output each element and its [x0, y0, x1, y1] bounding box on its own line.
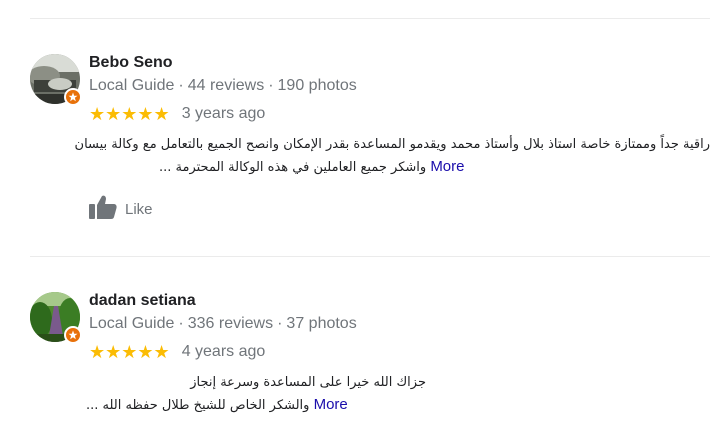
local-guide-star-icon	[64, 326, 82, 344]
meta-separator: ·	[268, 77, 274, 94]
photos-count: 37 photos	[286, 315, 357, 332]
review-text-line-more: والشكر الخاص للشيخ طلال حفظه الله ... Mo…	[86, 394, 426, 417]
local-guide-label: Local Guide	[89, 315, 175, 332]
review-date: 3 years ago	[181, 105, 266, 122]
review-text-line: جزاك الله خيرا على المساعدة وسرعة إنجاز	[190, 375, 426, 390]
rating-row: ★★★★★ 4 years ago	[89, 343, 265, 361]
review-text-line: والشكر الخاص للشيخ طلال حفظه الله ...	[86, 398, 310, 413]
more-link[interactable]: More	[314, 396, 348, 413]
reviewer-avatar[interactable]	[30, 292, 82, 344]
more-link[interactable]: More	[430, 158, 464, 175]
reviews-count: 336 reviews	[187, 315, 274, 332]
like-button[interactable]: Like	[89, 195, 153, 224]
local-guide-star-icon	[64, 88, 82, 106]
review-text-line: راقية جداً وممتازة خاصة استاذ بلال وأستا…	[74, 137, 710, 152]
review-text: جزاك الله خيرا على المساعدة وسرعة إنجاز …	[86, 372, 426, 417]
meta-separator: ·	[178, 315, 184, 332]
meta-separator: ·	[178, 77, 184, 94]
reviewer-meta: Local Guide · 44 reviews · 190 photos	[89, 77, 357, 95]
review-divider	[30, 256, 710, 257]
review-text-line: واشكر جميع العاملين في هذه الوكالة المحت…	[159, 160, 427, 175]
thumbs-up-icon	[89, 195, 117, 224]
star-rating: ★★★★★	[89, 342, 170, 362]
review-text-line-more: واشكر جميع العاملين في هذه الوكالة المحت…	[70, 156, 710, 179]
reviewer-avatar[interactable]	[30, 54, 82, 106]
reviewer-name[interactable]: dadan setiana	[89, 292, 196, 310]
reviewer-name[interactable]: Bebo Seno	[89, 54, 173, 72]
rating-row: ★★★★★ 3 years ago	[89, 105, 265, 123]
local-guide-label: Local Guide	[89, 77, 175, 94]
like-label: Like	[125, 201, 153, 218]
photos-count: 190 photos	[277, 77, 357, 94]
reviews-count: 44 reviews	[187, 77, 265, 94]
star-rating: ★★★★★	[89, 104, 170, 124]
review-date: 4 years ago	[181, 343, 266, 360]
reviewer-meta: Local Guide · 336 reviews · 37 photos	[89, 315, 357, 333]
top-divider	[30, 18, 710, 19]
review-text: راقية جداً وممتازة خاصة استاذ بلال وأستا…	[70, 134, 710, 179]
meta-separator: ·	[277, 315, 283, 332]
